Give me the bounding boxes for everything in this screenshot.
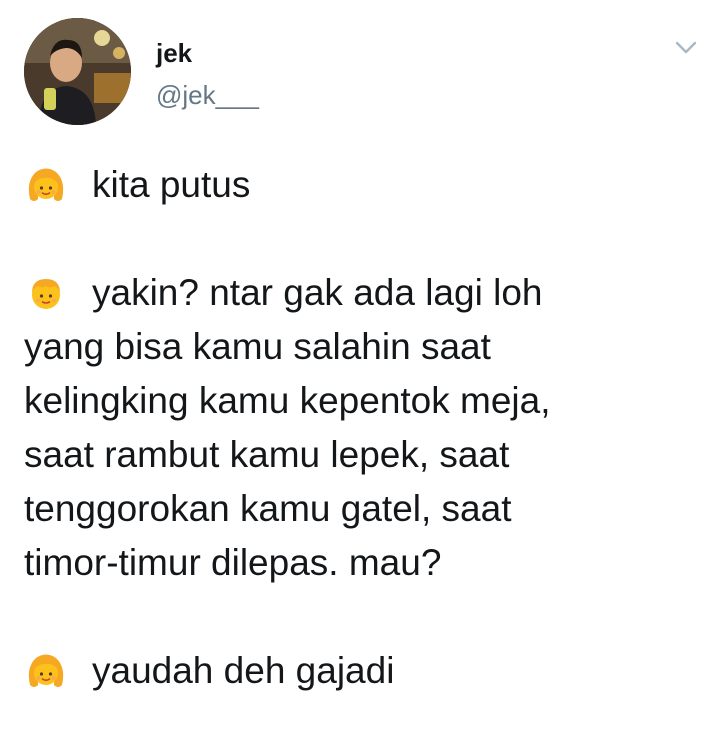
tweet-line-text: yaudah deh gajadi — [92, 650, 395, 691]
girl-emoji-icon — [24, 649, 68, 693]
tweet-line-text: timor-timur dilepas. mau? — [24, 542, 442, 583]
tweet-line-text: saat rambut kamu lepek, saat — [24, 434, 510, 475]
girl-emoji-icon — [24, 163, 68, 207]
tweet-line-text: tenggorokan kamu gatel, saat — [24, 488, 512, 529]
user-handle[interactable]: @jek___ — [156, 80, 259, 110]
display-name[interactable]: jek — [156, 38, 192, 68]
tweet-line-text: yakin? ntar gak ada lagi loh — [92, 272, 543, 313]
tweet-line-text: kita putus — [92, 164, 251, 205]
tweet-line-text: kelingking kamu kepentok meja, — [24, 380, 551, 421]
tweet-line: yaudah deh gajadi — [24, 644, 704, 698]
tweet-text: kita putus yakin? ntar gak ada lagi loh … — [24, 158, 704, 698]
tweet-line: kelingking kamu kepentok meja, — [24, 374, 704, 428]
tweet-line: kita putus — [24, 158, 704, 212]
tweet-line: yang bisa kamu salahin saat — [24, 320, 704, 374]
tweet-line: saat rambut kamu lepek, saat — [24, 428, 704, 482]
tweet-line: yakin? ntar gak ada lagi loh — [24, 266, 704, 320]
chevron-down-icon[interactable] — [672, 36, 700, 58]
tweet-line: tenggorokan kamu gatel, saat — [24, 482, 704, 536]
avatar[interactable] — [24, 18, 131, 125]
tweet-line: timor-timur dilepas. mau? — [24, 536, 704, 590]
tweet-line-text: yang bisa kamu salahin saat — [24, 326, 491, 367]
boy-emoji-icon — [24, 271, 68, 315]
